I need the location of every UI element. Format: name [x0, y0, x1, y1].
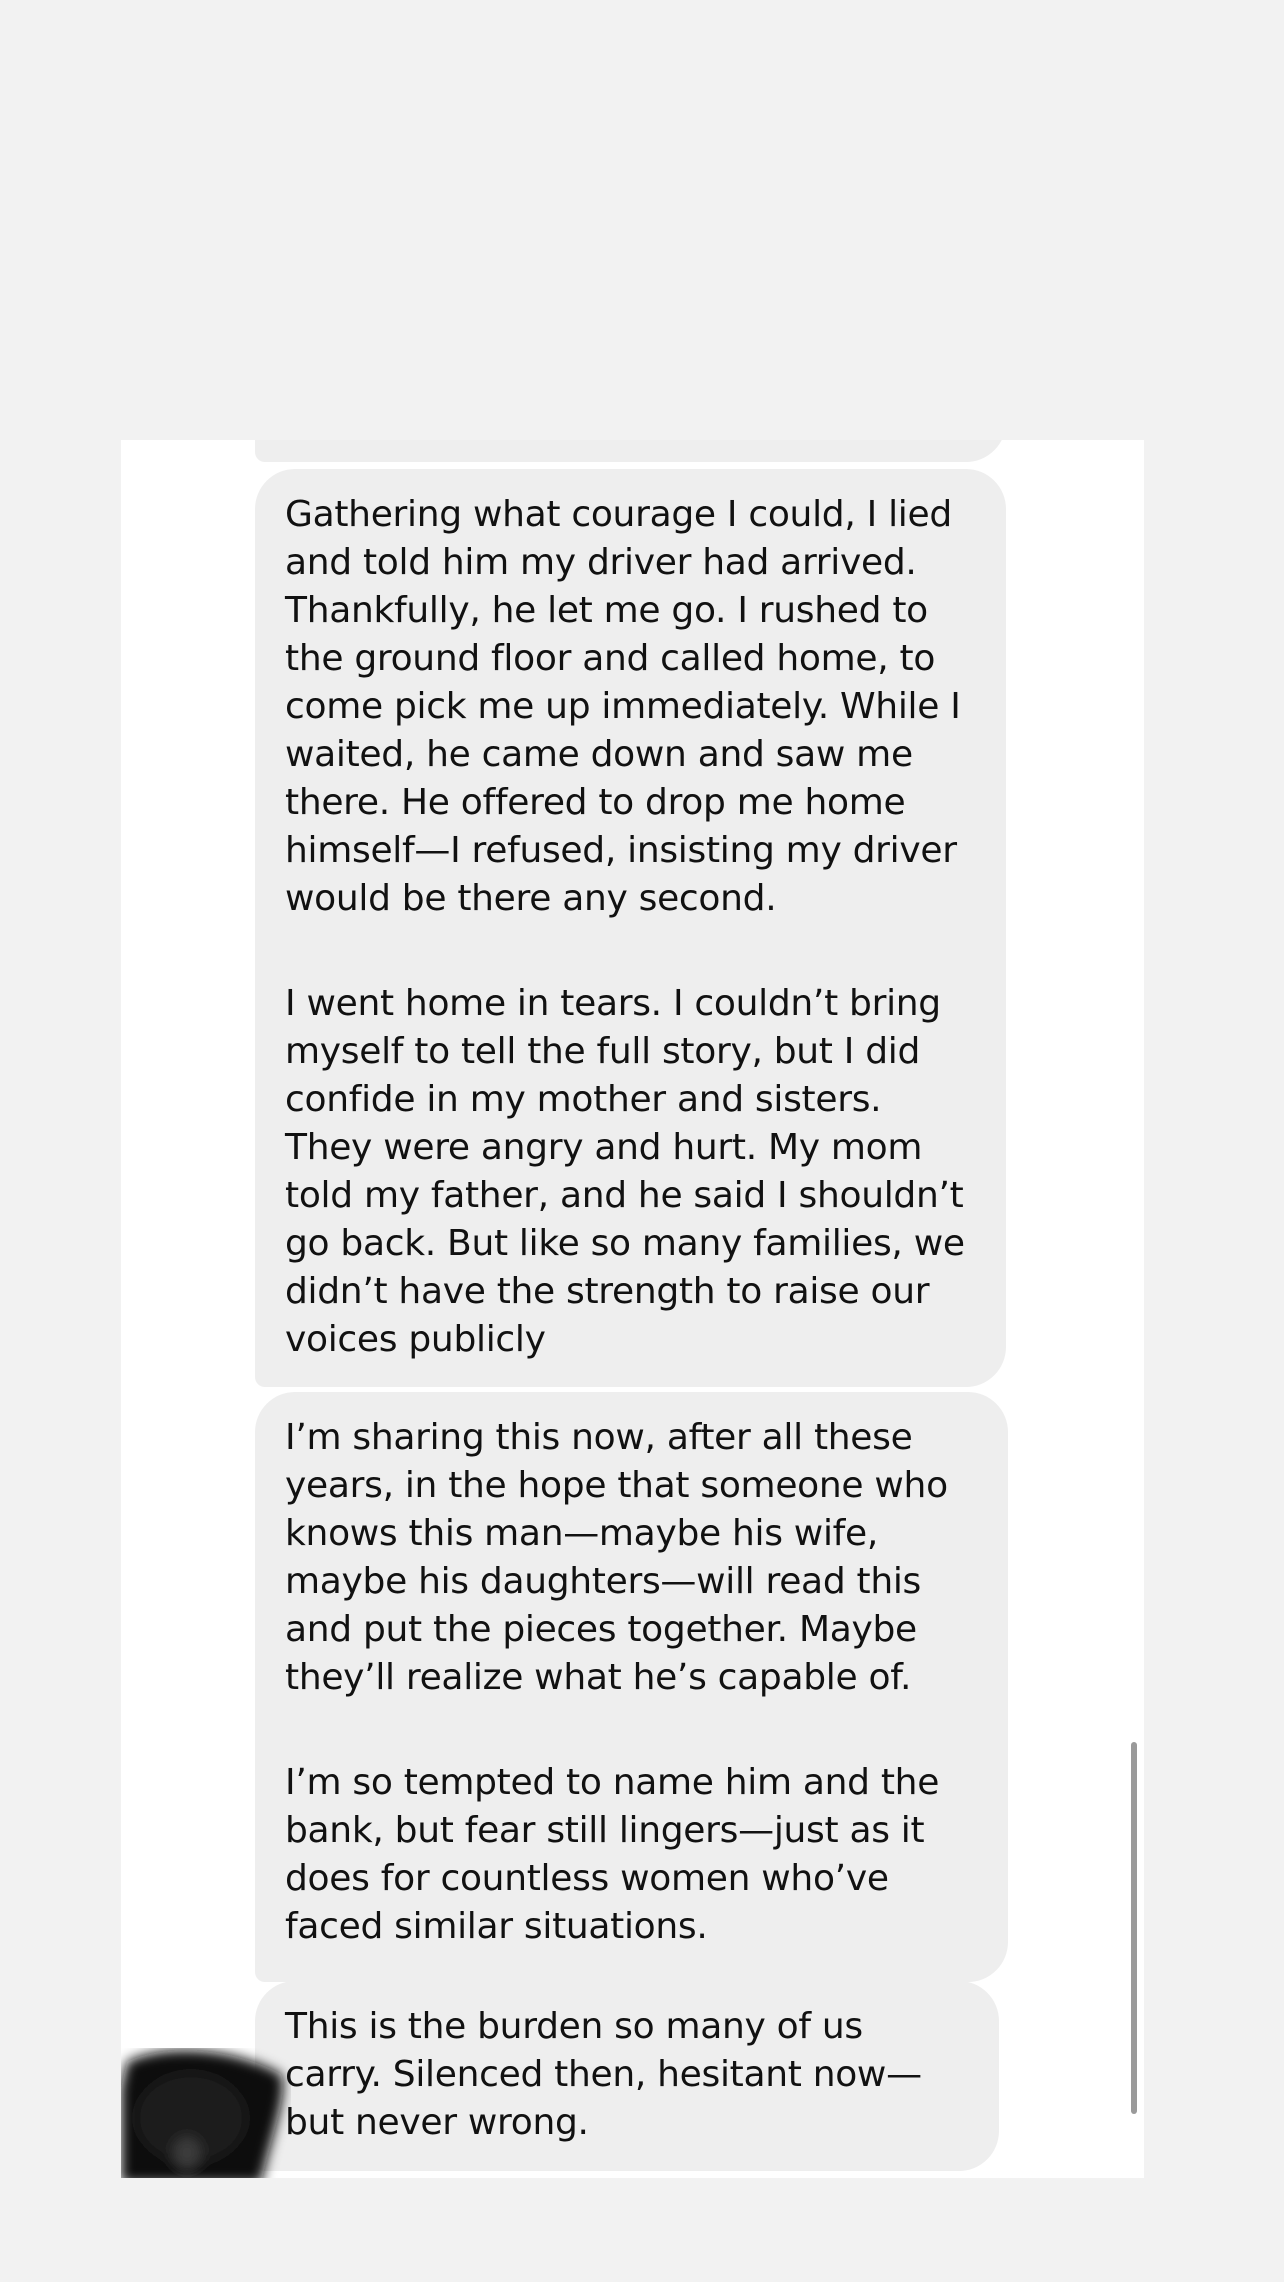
- message-paragraph: Gathering what courage I could, I lied a…: [285, 494, 961, 919]
- message-paragraph: I’m so tempted to name him and the bank,…: [285, 1762, 940, 1947]
- message-paragraph: I went home in tears. I couldn’t bring m…: [285, 983, 965, 1360]
- chat-panel[interactable]: Gathering what courage I could, I lied a…: [121, 440, 1144, 2178]
- previous-message-bubble[interactable]: [255, 440, 1006, 462]
- message-bubble[interactable]: Gathering what courage I could, I lied a…: [255, 469, 1006, 1387]
- message-bubble[interactable]: I’m sharing this now, after all these ye…: [255, 1392, 1008, 1982]
- sender-avatar[interactable]: [121, 2048, 291, 2178]
- message-paragraph: This is the burden so many of us carry. …: [285, 2006, 922, 2143]
- vertical-scrollbar[interactable]: [1131, 1742, 1137, 2114]
- message-bubble[interactable]: This is the burden so many of us carry. …: [255, 1981, 999, 2171]
- message-paragraph: I’m sharing this now, after all these ye…: [285, 1417, 948, 1698]
